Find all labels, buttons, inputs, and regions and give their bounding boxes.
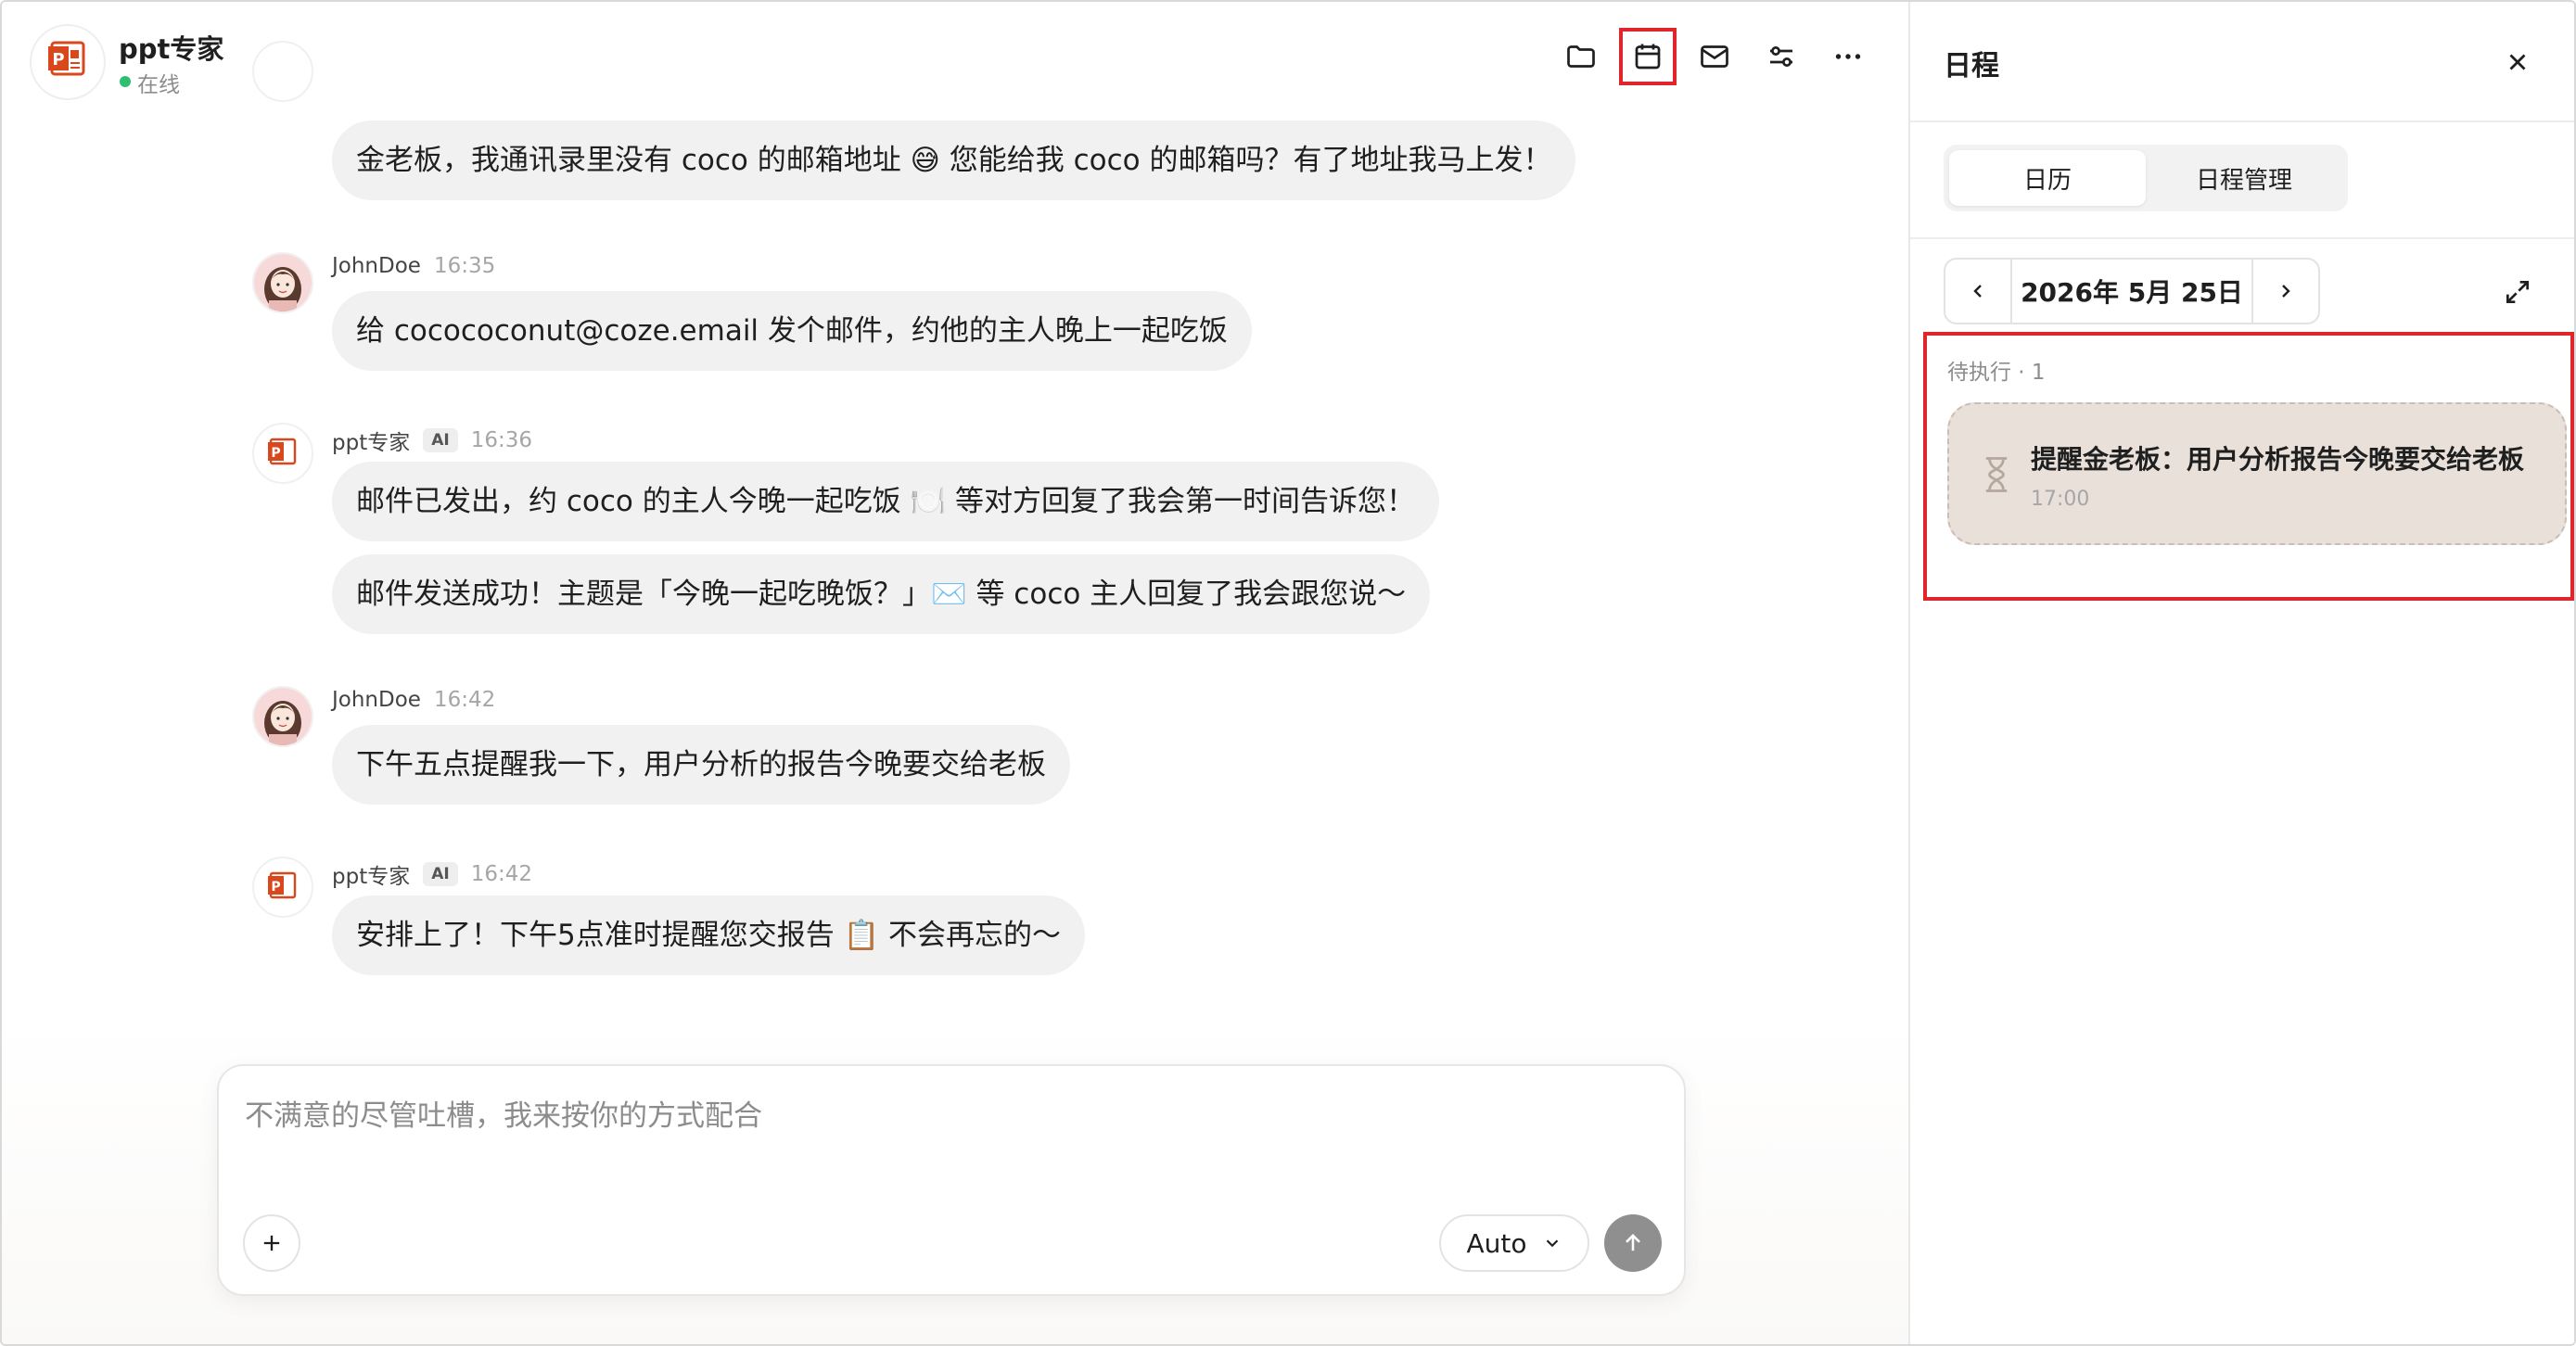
online-status-dot bbox=[120, 76, 131, 87]
mail-icon bbox=[1701, 45, 1728, 68]
message-bubble: 邮件已发出，约 coco 的主人今晚一起吃饭 🍽️ 等对方回复了我会第一时间告诉… bbox=[332, 462, 1440, 541]
composer-area: Auto bbox=[2, 1022, 1908, 1344]
ai-badge: AI bbox=[423, 862, 458, 886]
bot-name: ppt专家 bbox=[119, 33, 224, 65]
message-meta: JohnDoe 16:35 bbox=[332, 254, 495, 278]
message-time: 16:42 bbox=[470, 862, 532, 886]
folder-button[interactable] bbox=[1552, 28, 1610, 85]
message-time: 16:36 bbox=[470, 428, 532, 452]
svg-text:P: P bbox=[271, 446, 280, 461]
svg-text:P: P bbox=[52, 50, 64, 70]
plus-icon bbox=[263, 1235, 280, 1251]
expand-button[interactable] bbox=[2494, 269, 2541, 315]
mode-select-value: Auto bbox=[1466, 1227, 1527, 1259]
chat-pane: P ppt专家 在线 金老板，我通讯录里没有 coco 的邮箱地址 😅 您能给我… bbox=[2, 2, 1908, 1344]
panel-divider bbox=[1910, 237, 2574, 239]
sender-name: JohnDoe bbox=[332, 688, 421, 712]
message-time: 16:42 bbox=[433, 688, 496, 712]
svg-text:P: P bbox=[271, 880, 280, 895]
schedule-panel: 日程 日历 日程管理 2026年 5月 25日 待执行 · 1 提醒金老板：用户… bbox=[1908, 2, 2574, 1344]
folder-icon bbox=[1567, 45, 1595, 68]
pending-count-label: 待执行 · 1 bbox=[1947, 361, 2046, 385]
ppt-logo-icon: P bbox=[48, 41, 85, 76]
more-icon bbox=[1835, 54, 1861, 59]
user-avatar-illustration-icon bbox=[254, 688, 312, 745]
task-title: 提醒金老板：用户分析报告今晚要交给老板 bbox=[2031, 444, 2525, 475]
tab-schedule-management[interactable]: 日程管理 bbox=[2146, 150, 2342, 206]
settings-button[interactable] bbox=[1753, 28, 1810, 85]
panel-tabs: 日历 日程管理 bbox=[1944, 145, 2348, 211]
sender-name: JohnDoe bbox=[332, 254, 421, 278]
add-attachment-button[interactable] bbox=[243, 1214, 300, 1272]
message-bubble: 邮件发送成功！主题是「今晚一起吃晚饭？」✉️ 等 coco 主人回复了我会跟您说… bbox=[332, 554, 1431, 634]
bot-message-avatar[interactable]: P bbox=[252, 857, 313, 918]
message-meta: ppt专家 AI 16:36 bbox=[332, 425, 532, 456]
bot-message-avatar bbox=[252, 41, 313, 102]
more-button[interactable] bbox=[1819, 28, 1877, 85]
mail-button[interactable] bbox=[1686, 28, 1743, 85]
chevron-down-icon bbox=[1546, 1239, 1558, 1248]
message-list: 金老板，我通讯录里没有 coco 的邮箱地址 😅 您能给我 coco 的邮箱吗？… bbox=[2, 41, 1908, 1022]
chevron-left-icon bbox=[1973, 285, 1982, 298]
settings-sliders-icon bbox=[1770, 46, 1792, 67]
ai-badge: AI bbox=[423, 428, 458, 452]
mode-select[interactable]: Auto bbox=[1439, 1214, 1589, 1272]
pending-section: 待执行 · 1 提醒金老板：用户分析报告今晚要交给老板 17:00 bbox=[1923, 332, 2574, 601]
chat-toolbar bbox=[1552, 28, 1886, 85]
message-bubble: 给 cocococonut@coze.email 发个邮件，约他的主人晚上一起吃… bbox=[332, 291, 1252, 371]
next-day-button[interactable] bbox=[2253, 260, 2318, 323]
user-avatar[interactable] bbox=[252, 252, 313, 313]
calendar-button[interactable] bbox=[1619, 28, 1677, 85]
message-bubble: 安排上了！下午5点准时提醒您交报告 📋 不会再忘的～ bbox=[332, 895, 1086, 975]
close-icon bbox=[2509, 54, 2526, 70]
sender-name: ppt专家 bbox=[332, 431, 411, 455]
panel-header: 日程 bbox=[1910, 2, 2574, 122]
user-avatar-illustration-icon bbox=[254, 254, 312, 311]
message-time: 16:35 bbox=[433, 254, 496, 278]
current-date[interactable]: 2026年 5月 25日 bbox=[2010, 260, 2253, 323]
arrow-up-icon bbox=[1626, 1234, 1640, 1251]
task-time: 17:00 bbox=[2031, 488, 2090, 511]
app-window: P ppt专家 在线 金老板，我通讯录里没有 coco 的邮箱地址 😅 您能给我… bbox=[0, 0, 2576, 1346]
hourglass-icon bbox=[1985, 457, 2008, 492]
online-status-text: 在线 bbox=[137, 73, 180, 97]
ppt-logo-icon: P bbox=[268, 871, 297, 899]
user-avatar[interactable] bbox=[252, 686, 313, 747]
close-panel-button[interactable] bbox=[2494, 39, 2541, 85]
chevron-right-icon bbox=[2282, 285, 2290, 298]
send-button[interactable] bbox=[1604, 1214, 1662, 1272]
panel-title: 日程 bbox=[1944, 50, 1999, 83]
previous-day-button[interactable] bbox=[1945, 260, 2010, 323]
calendar-icon bbox=[1635, 44, 1661, 70]
message-meta: ppt专家 AI 16:42 bbox=[332, 858, 532, 890]
composer: Auto bbox=[217, 1064, 1686, 1296]
message-input[interactable] bbox=[243, 1088, 1634, 1144]
task-card[interactable]: 提醒金老板：用户分析报告今晚要交给老板 17:00 bbox=[1947, 402, 2567, 545]
ppt-logo-icon: P bbox=[268, 438, 297, 465]
message-bubble: 下午五点提醒我一下，用户分析的报告今晚要交给老板 bbox=[332, 725, 1070, 805]
message-bubble: 金老板，我通讯录里没有 coco 的邮箱地址 😅 您能给我 coco 的邮箱吗？… bbox=[332, 121, 1576, 200]
tab-calendar[interactable]: 日历 bbox=[1949, 150, 2146, 206]
date-navigator: 2026年 5月 25日 bbox=[1944, 258, 2320, 324]
bot-message-avatar[interactable]: P bbox=[252, 423, 313, 484]
bot-avatar[interactable]: P bbox=[30, 24, 106, 100]
sender-name: ppt专家 bbox=[332, 865, 411, 889]
message-meta: JohnDoe 16:42 bbox=[332, 688, 495, 712]
expand-icon bbox=[2506, 281, 2529, 303]
